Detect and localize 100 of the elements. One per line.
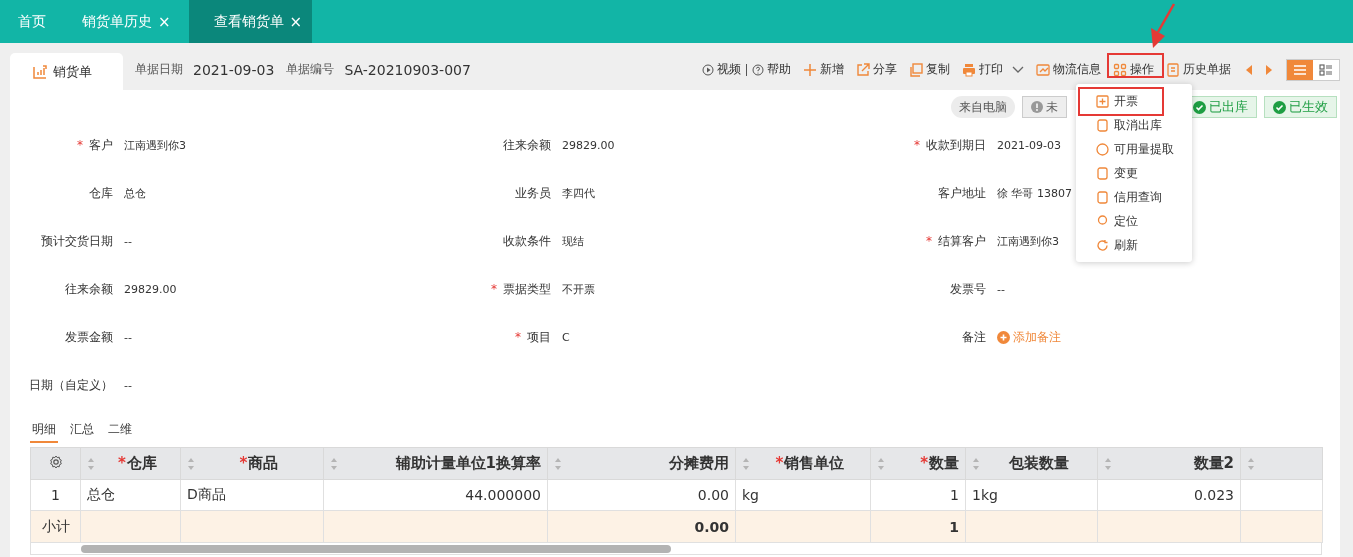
- sort-icon[interactable]: [972, 456, 980, 471]
- field-label: * 结算客户: [925, 232, 986, 250]
- toolbar-button[interactable]: 打印: [959, 61, 1027, 78]
- field-value: 2021-09-03: [193, 60, 275, 80]
- table-cell: 44.000000: [323, 479, 548, 511]
- field-value: 现结: [562, 233, 584, 249]
- table-cell: 0.00: [547, 479, 736, 511]
- field-label: 发票金额: [64, 328, 113, 346]
- menu-item-icon: [1096, 214, 1109, 228]
- field-label: 备注: [961, 328, 986, 346]
- document-icon: [1166, 62, 1180, 77]
- check-icon: [1273, 100, 1286, 114]
- field-label: 仓库: [88, 184, 113, 202]
- copy-icon: [909, 62, 923, 77]
- sort-icon[interactable]: [1247, 456, 1255, 471]
- field-value: 江南遇到你3: [124, 137, 186, 153]
- highlight-frame: [1107, 53, 1164, 78]
- status-badge: 已生效: [1264, 96, 1337, 118]
- scrollbar-thumb[interactable]: [81, 545, 671, 553]
- table-cell: 0.023: [1097, 479, 1241, 511]
- table-cell: 1: [870, 479, 966, 511]
- sort-icon[interactable]: [330, 456, 338, 471]
- field-value: 徐 华哥 13807: [997, 185, 1072, 201]
- detail-tab[interactable]: 汇总: [68, 421, 96, 441]
- menu-item-icon: [1096, 238, 1109, 252]
- menu-item[interactable]: 开票: [1096, 93, 1138, 109]
- menu-item-icon: [1096, 142, 1109, 156]
- close-icon[interactable]: ×: [289, 12, 303, 31]
- field-value: --: [124, 378, 132, 392]
- field-label: * 项目: [514, 328, 551, 346]
- field-value: --: [124, 234, 132, 248]
- field-label: 预计交货日期: [40, 232, 113, 250]
- field-value: 29829.00: [562, 138, 615, 152]
- field-value: 不开票: [562, 281, 595, 297]
- previous-icon[interactable]: [1244, 63, 1254, 76]
- subtotal-cell: 1: [870, 510, 966, 543]
- menu-item[interactable]: 刷新: [1096, 237, 1138, 253]
- sort-icon[interactable]: [187, 456, 195, 471]
- sort-icon[interactable]: [877, 456, 885, 471]
- field-value: --: [124, 330, 132, 344]
- sort-icon[interactable]: [87, 456, 95, 471]
- field-value: 总仓: [124, 185, 146, 201]
- field-value: 29829.00: [124, 282, 177, 296]
- detail-tab[interactable]: 明细: [30, 421, 58, 443]
- help-link[interactable]: 帮助: [749, 61, 794, 78]
- source-badge: 来自电脑: [951, 96, 1015, 118]
- warning-icon: [1031, 101, 1043, 113]
- field-label: * 客户: [76, 136, 113, 154]
- field-label: 单据编号: [286, 61, 335, 78]
- plus-icon: [997, 330, 1010, 344]
- menu-item-icon: [1096, 166, 1109, 180]
- card-list-icon: [1319, 63, 1333, 76]
- next-icon[interactable]: [1264, 63, 1274, 76]
- card-view-button[interactable]: [1313, 59, 1339, 80]
- subtotal-label: 小计: [30, 510, 81, 543]
- field-value: 2021-09-03: [997, 138, 1061, 152]
- share-icon: [856, 62, 870, 77]
- play-icon: [702, 63, 714, 76]
- toolbar-button[interactable]: 复制: [906, 61, 953, 78]
- menu-item[interactable]: 变更: [1096, 165, 1138, 181]
- toolbar-button[interactable]: 历史单据: [1163, 61, 1234, 78]
- field-label: 单据日期: [135, 61, 183, 78]
- video-link[interactable]: 视频: [699, 61, 744, 78]
- field-label: 日期（自定义）: [28, 376, 113, 394]
- field-value: 李四代: [562, 185, 595, 201]
- toolbar-button[interactable]: 分享: [853, 61, 900, 78]
- document-tab[interactable]: 销货单: [10, 53, 123, 90]
- field-label: * 收款到期日: [913, 136, 986, 154]
- menu-item-icon: [1096, 190, 1109, 204]
- settings-icon[interactable]: [48, 454, 63, 469]
- menu-item[interactable]: 取消出库: [1096, 117, 1162, 133]
- sort-icon[interactable]: [742, 456, 750, 471]
- sort-icon[interactable]: [1104, 456, 1112, 471]
- table-cell: 1kg: [965, 479, 1098, 511]
- help-icon: [752, 63, 764, 76]
- field-label: 客户地址: [937, 184, 986, 202]
- menu-item[interactable]: 定位: [1096, 213, 1138, 229]
- printer-icon: [962, 62, 976, 77]
- status-badge: 未: [1022, 96, 1067, 118]
- toolbar-button[interactable]: 新增: [800, 61, 847, 78]
- field-value: SA-20210903-007: [344, 60, 471, 80]
- table-cell: kg: [735, 479, 871, 511]
- subtotal-cell: 0.00: [547, 510, 736, 543]
- field-label: * 票据类型: [490, 280, 551, 298]
- table-cell: D商品: [180, 479, 324, 511]
- page-tab[interactable]: 查看销货单 ×: [188, 0, 313, 43]
- toolbar-button[interactable]: 操作: [1110, 61, 1157, 78]
- detail-tab[interactable]: 二维: [106, 421, 134, 441]
- field-label: 收款条件: [502, 232, 551, 250]
- field-value: C: [562, 330, 570, 344]
- field-label: 往来余额: [502, 136, 551, 154]
- field-label: 发票号: [949, 280, 986, 298]
- menu-item[interactable]: 信用查询: [1096, 189, 1162, 205]
- menu-item[interactable]: 可用量提取: [1096, 141, 1174, 157]
- field-value: --: [997, 282, 1005, 296]
- field-label: 业务员: [514, 184, 551, 202]
- list-view-button[interactable]: [1287, 59, 1313, 80]
- sort-icon[interactable]: [554, 456, 562, 471]
- toolbar-button[interactable]: 物流信息: [1033, 61, 1104, 78]
- field-value: 江南遇到你3: [997, 233, 1059, 249]
